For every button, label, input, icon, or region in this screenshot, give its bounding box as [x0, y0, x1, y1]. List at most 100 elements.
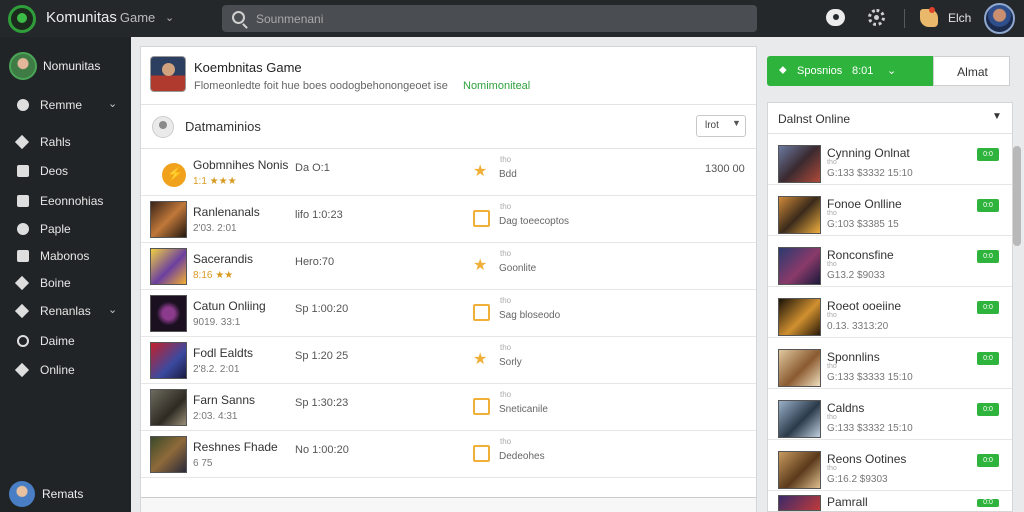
notification-icon[interactable]: [920, 7, 938, 27]
online-list-item[interactable]: Cynning Onlnat tho G:133 $3332 15:10 0:0: [768, 134, 1012, 185]
search-input[interactable]: [256, 9, 736, 28]
game-thumbnail: [778, 451, 821, 489]
item-thumbnail: [150, 436, 187, 473]
list-item[interactable]: Catun Onliing 9019. 33:1 Sp 1:00:20 tho …: [141, 290, 756, 337]
status-badge: 0:0: [977, 403, 999, 416]
star-icon[interactable]: [473, 161, 490, 181]
item-value: 1300 00: [705, 163, 745, 175]
game-name: Cynning Onlnat: [827, 146, 910, 160]
panel-title: Dalnst Online: [778, 112, 851, 126]
app-logo-icon[interactable]: [8, 5, 36, 33]
star-icon[interactable]: [473, 255, 490, 275]
sidebar-item-eeonnohias[interactable]: Eeonnohias: [0, 189, 131, 213]
online-list-item[interactable]: Caldns tho G:133 $3332 15:10 0:0: [768, 389, 1012, 440]
item-description: Dedeohes: [499, 451, 545, 462]
game-name: Caldns: [827, 401, 865, 415]
sidebar-item-label: Mabonos: [40, 249, 90, 263]
item-tag: tho: [500, 155, 512, 164]
sidebar-item-boine[interactable]: Boine: [0, 271, 131, 295]
list-item[interactable]: Sacerandis 8:16 ★★ Hero:70 tho Goonlite: [141, 243, 756, 290]
link-icon: [14, 362, 30, 378]
item-meta: 6 75: [193, 458, 213, 469]
item-name: Fodl Ealdts: [193, 346, 254, 360]
group-link[interactable]: Nomimoniteal: [463, 80, 530, 92]
status-badge: 0:0: [977, 199, 999, 212]
list-item[interactable]: Gobmnihes Nonis 1:1 ★★★ Da O:1 tho Bdd 1…: [141, 149, 756, 196]
sidebar-item-mabonos[interactable]: Mabonos: [0, 244, 131, 268]
sidebar: Nomunitas Remme ⌄ Rahls Deos Eeonnohias …: [0, 37, 131, 512]
game-tag: tho: [827, 210, 837, 217]
sidebar-bottom-profile[interactable]: Remats: [9, 481, 124, 509]
about-label: Almat: [957, 65, 988, 79]
sidebar-item-deos[interactable]: Deos: [0, 159, 131, 183]
online-panel: Dalnst Online ▼ Cynning Onlnat tho G:133…: [767, 102, 1013, 512]
sidebar-item-remme[interactable]: Remme ⌄: [0, 93, 131, 117]
spectate-icon: ⬥: [779, 64, 787, 76]
item-name: Ranlenanals: [193, 205, 260, 219]
bookmark-icon[interactable]: [473, 398, 490, 415]
item-name: Catun Onliing: [193, 299, 266, 313]
item-thumbnail: [150, 295, 187, 332]
item-thumbnail: [150, 154, 187, 191]
settings-gear-icon[interactable]: [868, 9, 885, 26]
item-time: Da O:1: [295, 162, 330, 174]
bookmark-icon[interactable]: [473, 304, 490, 321]
chevron-down-icon: ⌄: [108, 98, 118, 110]
sidebar-profile[interactable]: Nomunitas: [9, 52, 129, 82]
sort-dropdown[interactable]: lrot ▼: [696, 115, 746, 137]
about-button[interactable]: Almat: [933, 56, 1010, 86]
item-description: Sag bloseodo: [499, 310, 561, 321]
sidebar-item-paple[interactable]: Paple: [0, 217, 131, 241]
app-title[interactable]: Komunitas Game: [46, 9, 155, 26]
item-name: Farn Sanns: [193, 393, 256, 407]
item-tag: tho: [500, 296, 512, 305]
item-thumbnail: [150, 248, 187, 285]
game-tag: tho: [827, 363, 837, 370]
item-thumbnail: [150, 389, 187, 426]
sidebar-item-rahls[interactable]: Rahls: [0, 130, 131, 154]
game-thumbnail: [778, 495, 821, 511]
item-time: Sp 1:30:23: [295, 397, 349, 409]
list-item[interactable]: Reshnes Fhade 6 75 No 1:00:20 tho Dedeoh…: [141, 431, 756, 478]
sidebar-item-online[interactable]: Online: [0, 358, 131, 382]
sidebar-item-renanlas[interactable]: Renanlas ⌄: [0, 299, 131, 323]
online-list-item[interactable]: Ronconsfine tho G13.2 $9033 0:0: [768, 236, 1012, 287]
online-list-item[interactable]: Fonoe Onlline tho G:103 $3385 15 0:0: [768, 185, 1012, 236]
list-item[interactable]: Ranlenanals 2'03. 2:01 lifo 1:0:23 tho D…: [141, 196, 756, 243]
bookmark-icon[interactable]: [473, 210, 490, 227]
app-title-text: Komunitas: [46, 9, 117, 26]
list-item[interactable]: Farn Sanns 2:03. 4:31 Sp 1:30:23 tho Sne…: [141, 384, 756, 431]
online-list-item[interactable]: Roeot ooeiine tho 0.13. 3313:20 0:0: [768, 287, 1012, 338]
item-tag: tho: [500, 249, 512, 258]
game-name: Sponnlins: [827, 350, 880, 364]
chevron-down-icon[interactable]: ⌄: [165, 11, 174, 24]
game-meta: G:103 $3385 15: [827, 219, 899, 230]
group-avatar[interactable]: [150, 56, 186, 92]
group-title: Koembnitas Game: [194, 60, 302, 75]
list-item[interactable]: Fodl Ealdts 2'8.2. 2:01 Sp 1:20 25 tho S…: [141, 337, 756, 384]
search-bar[interactable]: [222, 5, 757, 32]
topbar-divider: [904, 9, 905, 28]
game-thumbnail: [778, 349, 821, 387]
game-tag: tho: [827, 465, 837, 472]
game-meta: G:133 $3333 15:10: [827, 372, 913, 383]
online-list-item[interactable]: Pamrall 0:0: [768, 491, 1012, 511]
game-name: Roeot ooeiine: [827, 299, 902, 313]
scrollbar[interactable]: [1013, 146, 1021, 246]
sidebar-item-daime[interactable]: Daime: [0, 329, 131, 353]
status-badge: 0:0: [977, 301, 999, 314]
grid-icon: [17, 195, 29, 207]
sidebar-item-label: Renanlas: [40, 304, 91, 318]
rocket-icon: [14, 275, 30, 291]
chat-icon[interactable]: [826, 9, 845, 26]
ring-icon: [17, 335, 29, 347]
online-list-item[interactable]: Sponnlins tho G:133 $3333 15:10 0:0: [768, 338, 1012, 389]
top-user-name[interactable]: Elch: [948, 11, 971, 25]
user-avatar[interactable]: [984, 3, 1015, 34]
bookmark-icon[interactable]: [473, 445, 490, 462]
online-list-item[interactable]: Reons Ootines tho G:16.2 $9303 0:0: [768, 440, 1012, 491]
spectate-button[interactable]: ⬥ Sposnios 8:01 ⌄: [767, 56, 933, 86]
chevron-down-icon[interactable]: ▼: [992, 111, 1002, 122]
star-icon[interactable]: [473, 349, 490, 369]
item-meta: 1:1 ★★★: [193, 176, 237, 187]
